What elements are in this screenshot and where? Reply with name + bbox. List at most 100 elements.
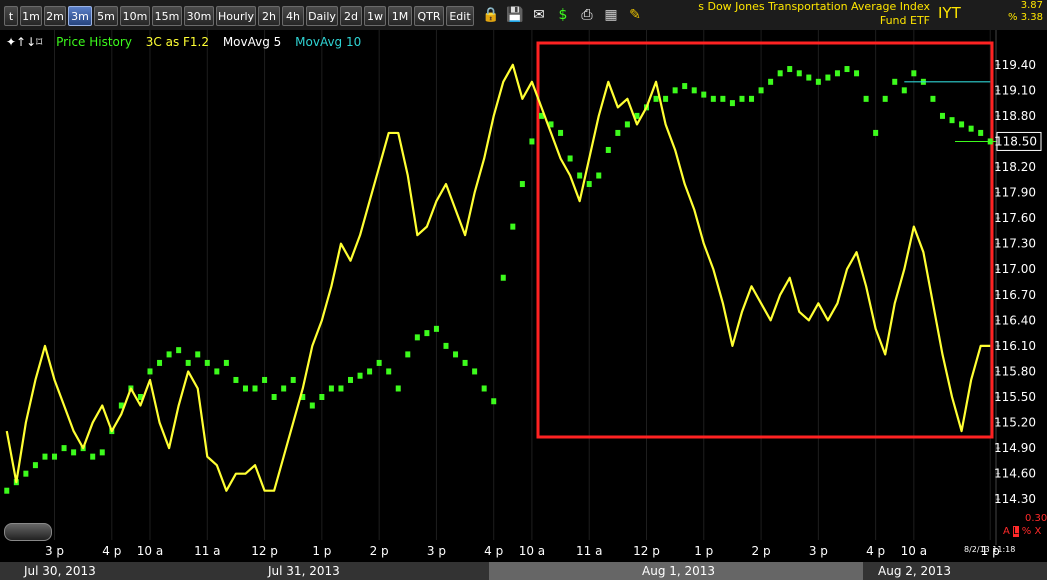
price-bar bbox=[395, 385, 401, 392]
price-bar bbox=[806, 74, 812, 81]
price-bar bbox=[90, 453, 96, 460]
price-bar bbox=[147, 368, 153, 375]
price-bar bbox=[424, 330, 430, 337]
x-tick-label-16: 10 a bbox=[901, 544, 927, 558]
price-bar bbox=[768, 78, 774, 85]
legend-3c[interactable]: 3C as F1.2 bbox=[146, 35, 209, 49]
price-bar bbox=[825, 74, 831, 81]
price-bar bbox=[892, 78, 898, 85]
price-bar bbox=[854, 70, 860, 77]
price-bar bbox=[653, 95, 659, 102]
price-bar bbox=[777, 70, 783, 77]
y-tick-label-2: 118.80 bbox=[994, 109, 1036, 123]
legend-nav-icons[interactable]: ✦↑↓⌑ bbox=[6, 35, 42, 49]
price-bar bbox=[739, 95, 745, 102]
y-tick-label-11: 116.10 bbox=[994, 339, 1036, 353]
y-tick-label-13: 115.50 bbox=[994, 390, 1036, 404]
price-bar bbox=[720, 95, 726, 102]
price-bar bbox=[242, 385, 248, 392]
x-tick-label-6: 2 p bbox=[370, 544, 389, 558]
price-bar bbox=[701, 91, 707, 98]
price-bar bbox=[42, 453, 48, 460]
price-bar bbox=[262, 376, 268, 383]
x-tick-label-14: 3 p bbox=[809, 544, 828, 558]
price-chart: 119.40 119.10 118.80 118.50 118.20 117.90 117.… bbox=[4, 30, 1042, 558]
price-bar bbox=[567, 155, 573, 162]
price-bar bbox=[615, 129, 621, 136]
price-bar bbox=[462, 359, 468, 366]
highlight-box bbox=[536, 41, 994, 439]
price-bar bbox=[882, 95, 888, 102]
x-tick-label-15: 4 p bbox=[866, 544, 885, 558]
y-tick-label-17: 114.30 bbox=[994, 492, 1036, 506]
price-bar bbox=[911, 70, 917, 77]
y-tick-label-15: 114.90 bbox=[994, 441, 1036, 455]
price-bar bbox=[663, 95, 669, 102]
chart-scroll-handle[interactable] bbox=[4, 523, 52, 541]
price-bar bbox=[32, 462, 38, 469]
price-bar bbox=[290, 376, 296, 383]
price-bar bbox=[185, 359, 191, 366]
y-tick-label-7: 117.30 bbox=[994, 237, 1036, 251]
price-bar bbox=[309, 402, 315, 409]
y-tick-label-0: 119.40 bbox=[994, 58, 1036, 72]
y-tick-label-12: 115.80 bbox=[994, 364, 1036, 378]
price-bar bbox=[491, 398, 497, 405]
price-bar bbox=[195, 351, 201, 358]
x-tick-label-3: 11 a bbox=[194, 544, 220, 558]
price-bar bbox=[281, 385, 287, 392]
price-bar bbox=[223, 359, 229, 366]
price-bar bbox=[863, 95, 869, 102]
price-bar bbox=[691, 87, 697, 94]
x-tick-label-10: 11 a bbox=[576, 544, 602, 558]
date-label-0: Jul 30, 2013 bbox=[24, 564, 96, 578]
price-bar bbox=[529, 138, 535, 145]
price-bar bbox=[386, 368, 392, 375]
x-tick-label-7: 3 p bbox=[427, 544, 446, 558]
y-tick-label-14: 115.20 bbox=[994, 416, 1036, 430]
x-tick-label-8: 4 p bbox=[484, 544, 503, 558]
price-bar bbox=[204, 359, 210, 366]
x-tick-label-12: 1 p bbox=[694, 544, 713, 558]
legend-price[interactable]: Price History bbox=[56, 35, 132, 49]
price-bar bbox=[577, 172, 583, 179]
three-c-line bbox=[5, 63, 991, 492]
price-bar bbox=[873, 129, 879, 136]
price-bar bbox=[939, 112, 945, 119]
x-tick-label-2: 10 a bbox=[137, 544, 163, 558]
price-bar bbox=[367, 368, 373, 375]
y-tick-label-6: 117.60 bbox=[994, 211, 1036, 225]
price-bar bbox=[252, 385, 258, 392]
y-tick-label-9: 116.70 bbox=[994, 288, 1036, 302]
price-bar bbox=[52, 453, 58, 460]
legend-ma10[interactable]: MovAvg 10 bbox=[295, 35, 361, 49]
lock-icon[interactable]: L bbox=[1013, 526, 1019, 537]
price-bar bbox=[71, 449, 77, 456]
price-bar bbox=[481, 385, 487, 392]
x-tick-label-1: 4 p bbox=[102, 544, 121, 558]
price-bar bbox=[500, 274, 506, 281]
legend-ma5[interactable]: MovAvg 5 bbox=[223, 35, 281, 49]
price-bar bbox=[510, 223, 516, 230]
price-bar bbox=[729, 100, 735, 107]
price-bar bbox=[968, 125, 974, 132]
price-bar bbox=[472, 368, 478, 375]
price-bar bbox=[710, 95, 716, 102]
price-bar bbox=[433, 325, 439, 332]
date-label-2: Aug 1, 2013 bbox=[642, 564, 716, 578]
price-bar bbox=[959, 121, 965, 128]
y-tick-label-8: 117.00 bbox=[994, 262, 1036, 276]
price-bar bbox=[749, 95, 755, 102]
y-tick-label-4: 118.20 bbox=[994, 160, 1036, 174]
price-bar bbox=[682, 83, 688, 90]
scale-tools[interactable]: A L % X bbox=[1003, 526, 1041, 537]
price-bar bbox=[796, 70, 802, 77]
price-bar bbox=[99, 449, 105, 456]
price-bar bbox=[414, 334, 420, 341]
price-bar bbox=[624, 121, 630, 128]
price-bar bbox=[605, 146, 611, 153]
price-bar bbox=[834, 70, 840, 77]
price-bar bbox=[758, 87, 764, 94]
price-bar bbox=[949, 117, 955, 124]
price-bar bbox=[176, 347, 182, 354]
